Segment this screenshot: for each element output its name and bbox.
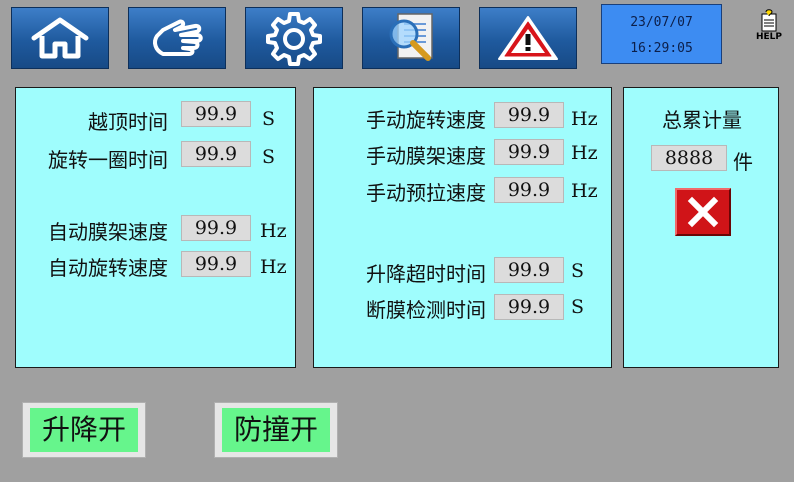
- total-count-value: 8888: [651, 145, 727, 171]
- param-value-field[interactable]: 99.9: [181, 141, 251, 167]
- datetime-display: 23/07/07 16:29:05: [601, 4, 722, 64]
- time-text: 16:29:05: [630, 41, 693, 56]
- param-value-field[interactable]: 99.9: [494, 177, 564, 203]
- alarm-button[interactable]: [479, 7, 577, 69]
- document-search-icon: [389, 13, 433, 61]
- param-label: 手动预拉速度: [366, 181, 486, 205]
- param-value-field[interactable]: 99.9: [494, 102, 564, 128]
- param-label: 升降超时时间: [366, 262, 486, 286]
- param-unit: S: [262, 108, 276, 130]
- home-icon: [31, 17, 89, 59]
- param-label: 断膜检测时间: [366, 298, 486, 322]
- param-label: 越顶时间: [88, 110, 168, 134]
- param-label: 手动膜架速度: [366, 144, 486, 168]
- param-label: 自动膜架速度: [48, 220, 168, 244]
- param-unit: S: [571, 260, 585, 282]
- manual-mode-button[interactable]: [128, 7, 226, 69]
- help-label: HELP: [755, 32, 782, 42]
- param-unit: Hz: [571, 142, 598, 164]
- total-count-title: 总累计量: [662, 108, 742, 132]
- data-search-button[interactable]: [362, 7, 460, 69]
- anticollision-toggle-label: 防撞开: [222, 408, 330, 452]
- param-value-field[interactable]: 99.9: [494, 139, 564, 165]
- param-label: 自动旋转速度: [48, 256, 168, 280]
- date-text: 23/07/07: [630, 15, 693, 30]
- param-unit: Hz: [260, 256, 287, 278]
- lift-toggle-label: 升降开: [30, 408, 138, 452]
- param-unit: S: [571, 296, 585, 318]
- param-value-field[interactable]: 99.9: [181, 215, 251, 241]
- param-label: 旋转一圈时间: [48, 148, 168, 172]
- help-icon: [761, 9, 777, 32]
- param-unit: Hz: [260, 220, 287, 242]
- auto-params-panel: 越顶时间 99.9 S 旋转一圈时间 99.9 S 自动膜架速度 99.9 Hz…: [15, 87, 296, 368]
- help-button[interactable]: HELP: [755, 8, 783, 48]
- warning-icon: [498, 16, 558, 60]
- param-value-field[interactable]: 99.9: [181, 251, 251, 277]
- close-x-icon: [687, 196, 719, 228]
- reset-count-button[interactable]: [675, 188, 731, 236]
- home-button[interactable]: [11, 7, 109, 69]
- param-value-field[interactable]: 99.9: [494, 294, 564, 320]
- anticollision-toggle-button[interactable]: 防撞开: [214, 402, 338, 458]
- hand-pointer-icon: [153, 19, 203, 56]
- lift-toggle-button[interactable]: 升降开: [22, 402, 146, 458]
- param-value-field[interactable]: 99.9: [494, 257, 564, 283]
- param-unit: Hz: [571, 108, 598, 130]
- param-unit: Hz: [571, 180, 598, 202]
- gear-icon: [266, 12, 322, 66]
- param-unit: S: [262, 146, 276, 168]
- param-label: 手动旋转速度: [366, 108, 486, 132]
- manual-params-panel: 手动旋转速度 99.9 Hz 手动膜架速度 99.9 Hz 手动预拉速度 99.…: [313, 87, 612, 368]
- total-count-unit: 件: [733, 150, 753, 174]
- settings-button[interactable]: [245, 7, 343, 69]
- param-value-field[interactable]: 99.9: [181, 101, 251, 127]
